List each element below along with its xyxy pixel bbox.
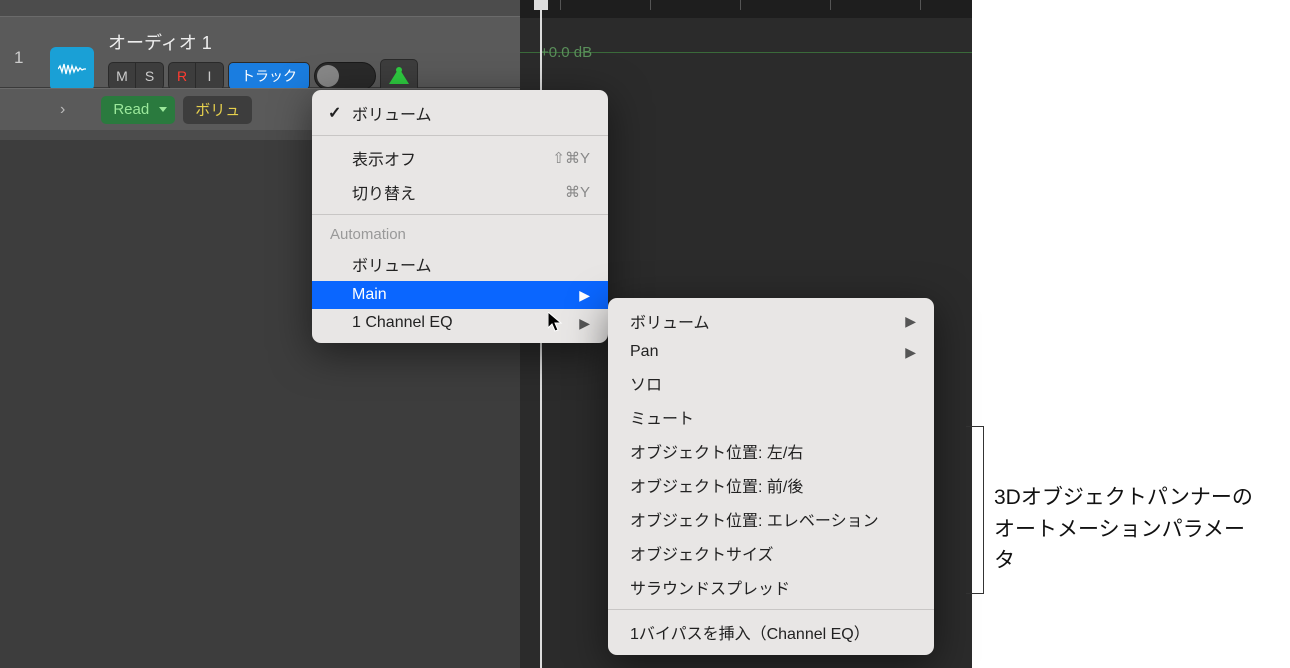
chevron-right-icon: ▶ (579, 287, 590, 304)
menu-section-automation: Automation (312, 220, 608, 247)
automation-param-menu: ボリューム 表示オフ⇧⌘Y 切り替え⌘Y Automation ボリューム Ma… (312, 90, 608, 343)
submenu-item-obj-fb[interactable]: オブジェクト位置: 前/後 (608, 468, 934, 502)
db-value: +0.0 dB (540, 44, 592, 61)
submenu-item-solo[interactable]: ソロ (608, 366, 934, 400)
record-enable-button[interactable]: R (168, 62, 196, 90)
submenu-item-surround-spread[interactable]: サラウンドスプレッド (608, 570, 934, 604)
automation-param-dropdown[interactable]: ボリュ (183, 96, 252, 124)
disclosure-icon[interactable]: › (60, 101, 65, 119)
submenu-item-insert-bypass[interactable]: 1バイパスを挿入（Channel EQ） (608, 615, 934, 649)
solo-button[interactable]: S (136, 62, 164, 90)
menu-item-automation-volume[interactable]: ボリューム (312, 247, 608, 281)
track-number: 1 (14, 48, 23, 68)
chevron-right-icon: ▶ (905, 344, 916, 361)
menu-item-volume-checked[interactable]: ボリューム (312, 96, 608, 130)
track-name: オーディオ 1 (108, 29, 212, 55)
chevron-right-icon: ▶ (579, 315, 590, 332)
menu-item-display-off[interactable]: 表示オフ⇧⌘Y (312, 141, 608, 175)
track-stack-button[interactable]: トラック (228, 62, 310, 90)
submenu-item-obj-size[interactable]: オブジェクトサイズ (608, 536, 934, 570)
mute-button[interactable]: M (108, 62, 136, 90)
track-type-icon[interactable] (50, 47, 94, 91)
submenu-item-pan[interactable]: Pan▶ (608, 338, 934, 366)
cursor-icon (548, 312, 568, 334)
annotation-label: 3Dオブジェクトパンナーのオートメーションパラメータ (994, 482, 1254, 577)
timeline-ruler[interactable] (520, 0, 972, 18)
automation-mode-dropdown[interactable]: Read (101, 96, 175, 124)
chevron-right-icon: ▶ (905, 313, 916, 330)
submenu-item-obj-elevation[interactable]: オブジェクト位置: エレベーション (608, 502, 934, 536)
main-submenu: ボリューム▶ Pan▶ ソロ ミュート オブジェクト位置: 左/右 オブジェクト… (608, 298, 934, 655)
audio-wave-icon (58, 62, 86, 76)
annotation-bracket (966, 426, 984, 594)
submenu-item-volume[interactable]: ボリューム▶ (608, 304, 934, 338)
input-monitor-button[interactable]: I (196, 62, 224, 90)
track-toggle[interactable] (314, 62, 376, 90)
automation-curve-icon (387, 66, 411, 86)
menu-item-main[interactable]: Main▶ (312, 281, 608, 309)
submenu-item-mute[interactable]: ミュート (608, 400, 934, 434)
menu-item-toggle[interactable]: 切り替え⌘Y (312, 175, 608, 209)
track-header[interactable]: オーディオ 1 M S R I トラック (0, 16, 520, 88)
submenu-item-obj-lr[interactable]: オブジェクト位置: 左/右 (608, 434, 934, 468)
